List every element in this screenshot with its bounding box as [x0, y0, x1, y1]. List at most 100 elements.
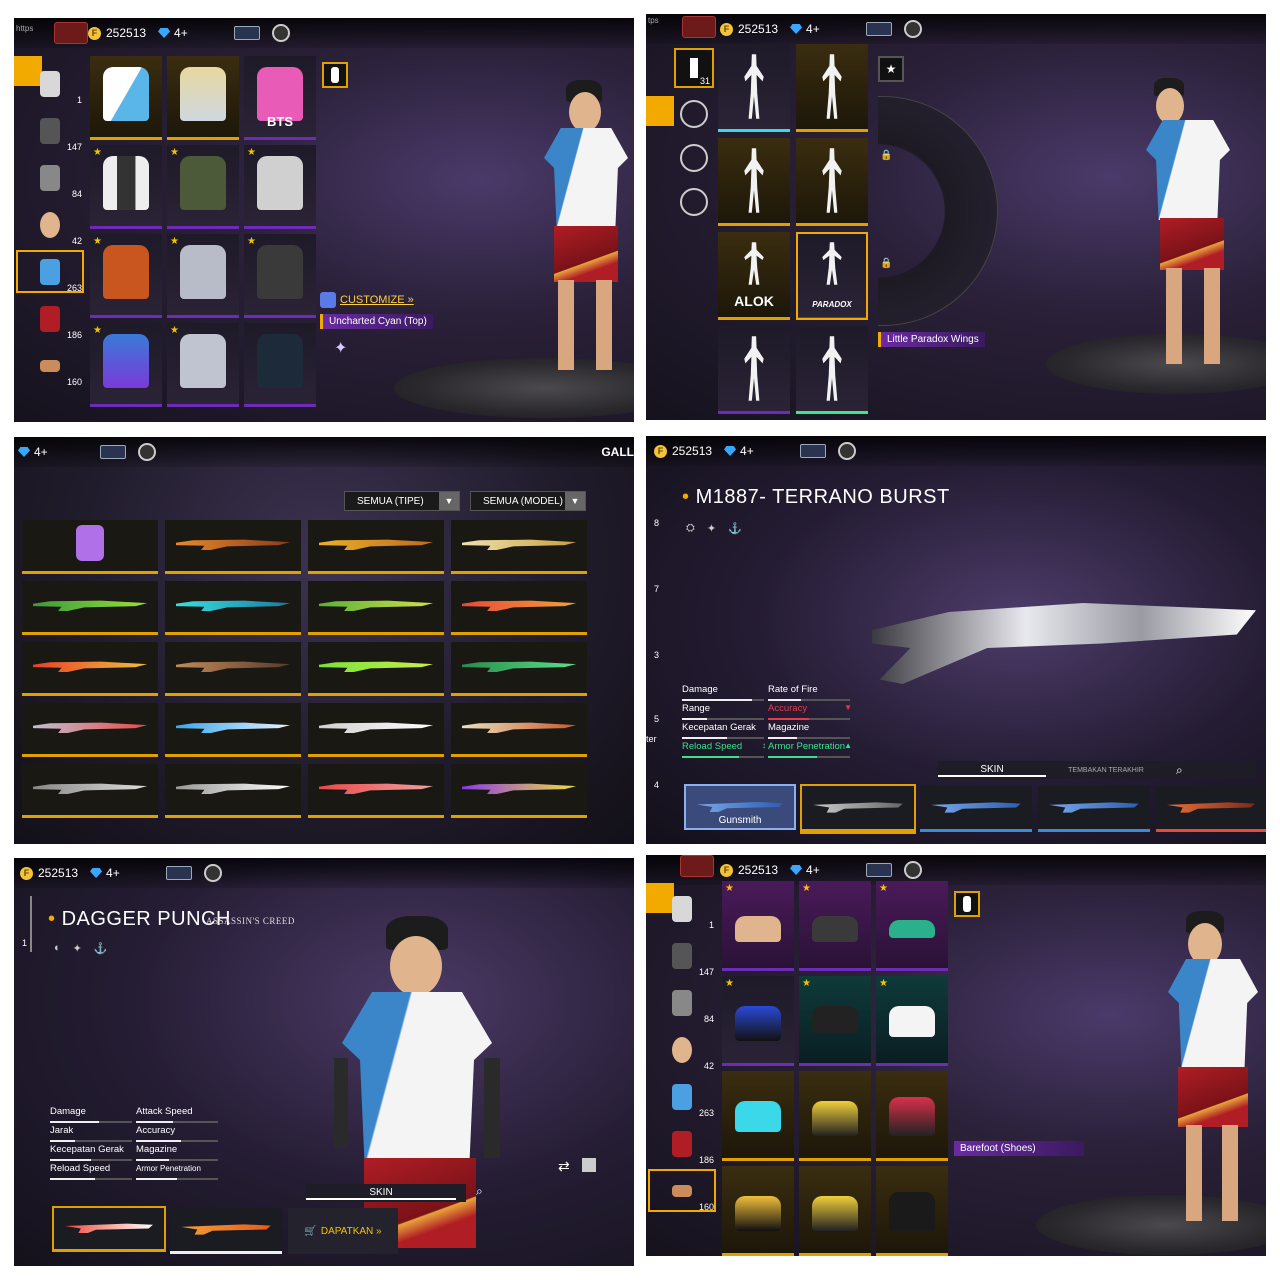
category-head[interactable]: 84 [646, 979, 718, 1026]
diamond-counter[interactable]: 4+ [790, 22, 820, 36]
item-cell[interactable]: ★ [244, 234, 316, 318]
emote-cell[interactable] [718, 326, 790, 414]
rank-badge-icon[interactable] [54, 22, 88, 44]
emote-cell[interactable] [796, 326, 868, 414]
melee-skin-slot[interactable] [170, 1208, 282, 1254]
item-cell[interactable]: ★ [876, 976, 948, 1066]
weapon-cell[interactable] [165, 520, 301, 574]
customize-link[interactable]: CUSTOMIZE » [320, 292, 414, 308]
item-cell[interactable]: ★ [244, 145, 316, 229]
diamond-counter[interactable]: 4+ [18, 445, 48, 459]
item-cell[interactable] [876, 1166, 948, 1256]
skin-slot-gunsmith[interactable]: Gunsmith [684, 784, 796, 830]
mail-icon[interactable] [865, 22, 892, 36]
emote-cell[interactable] [718, 44, 790, 132]
settings-icon[interactable] [837, 442, 856, 460]
diamond-counter[interactable]: 4+ [790, 863, 820, 877]
weapon-slot-marker[interactable]: 1 [14, 896, 32, 952]
category-shirt[interactable]: 263 [14, 248, 86, 295]
search-icon[interactable]: ⌕ [476, 1184, 483, 1199]
shuffle-icon[interactable]: ⇄ [558, 1158, 570, 1175]
weapon-cell[interactable] [22, 764, 158, 818]
item-cell[interactable]: ★ [722, 976, 794, 1066]
category-dance[interactable] [680, 100, 708, 128]
emote-wheel[interactable] [878, 96, 998, 326]
attribute-icon[interactable]: ⚓ [728, 522, 742, 535]
rank-badge-icon[interactable] [680, 855, 714, 877]
category-bottom[interactable]: 186 [646, 1120, 718, 1167]
weapon-cell[interactable] [308, 520, 444, 574]
settings-icon[interactable] [137, 443, 156, 461]
emote-cell[interactable] [718, 138, 790, 226]
attribute-icon[interactable]: ⚓ [94, 942, 108, 955]
category-tab-marker[interactable] [646, 96, 674, 126]
tab-skin[interactable]: SKIN [938, 764, 1046, 777]
get-button[interactable]: 🛒 DAPATKAN » [288, 1208, 398, 1254]
weapon-cell[interactable] [165, 764, 301, 818]
category-emote-selected[interactable]: 31 [674, 48, 714, 88]
settings-icon[interactable] [271, 24, 290, 42]
category-pose[interactable] [680, 144, 708, 172]
category-top[interactable]: 1 [646, 885, 718, 932]
category-face[interactable]: 42 [646, 1026, 718, 1073]
melee-skin-slot[interactable] [52, 1206, 166, 1252]
skin-slot[interactable] [920, 786, 1032, 832]
item-cell[interactable] [722, 1071, 794, 1161]
item-cell[interactable] [799, 1071, 871, 1161]
item-cell[interactable]: ★ [90, 145, 162, 229]
category-shirt[interactable]: 263 [646, 1073, 718, 1120]
weapon-cell[interactable] [451, 703, 587, 757]
weapon-cell[interactable] [22, 520, 158, 574]
mail-icon[interactable] [865, 863, 892, 877]
outfit-preview-button[interactable] [322, 62, 348, 88]
category-shoes[interactable]: 160 [14, 342, 86, 389]
weapon-cell[interactable] [451, 764, 587, 818]
settings-icon[interactable] [903, 861, 922, 879]
skin-slot[interactable] [1038, 786, 1150, 832]
attribute-icon[interactable]: ◐ [54, 942, 61, 955]
item-cell[interactable] [244, 323, 316, 407]
tab-recent-shots[interactable]: TEMBAKAN TERAKHIR [1046, 767, 1166, 774]
emote-cell-alok[interactable]: ALOK [718, 232, 790, 320]
weapon-cell[interactable] [22, 703, 158, 757]
item-cell[interactable]: BTS [244, 56, 316, 140]
rank-badge-icon[interactable] [682, 16, 716, 38]
favorite-button[interactable]: ★ [878, 56, 904, 82]
item-cell[interactable] [799, 1166, 871, 1256]
diamond-counter[interactable]: 4+ [158, 26, 188, 40]
weapon-cell[interactable] [308, 764, 444, 818]
list-icon[interactable] [582, 1158, 596, 1172]
category-special[interactable] [680, 188, 708, 216]
search-icon[interactable]: ⌕ [1176, 763, 1183, 778]
category-head[interactable]: 84 [14, 154, 86, 201]
attribute-icon[interactable]: ⛭ [686, 522, 695, 535]
mail-icon[interactable] [799, 444, 826, 458]
item-cell[interactable]: ★ [799, 976, 871, 1066]
item-cell[interactable]: ★ [167, 145, 239, 229]
item-cell[interactable]: ★ [90, 234, 162, 318]
emote-cell[interactable] [796, 44, 868, 132]
item-cell[interactable]: ★ [799, 881, 871, 971]
weapon-cell[interactable] [22, 642, 158, 696]
item-cell[interactable] [90, 56, 162, 140]
attribute-icon[interactable]: ✦ [707, 522, 716, 535]
item-cell[interactable]: ★ [167, 234, 239, 318]
mail-icon[interactable] [165, 866, 192, 880]
mail-icon[interactable] [233, 26, 260, 40]
diamond-counter[interactable]: 4+ [90, 866, 120, 880]
sparkle-icon[interactable]: ✦ [334, 338, 347, 358]
weapon-cell[interactable] [308, 703, 444, 757]
mail-icon[interactable] [99, 445, 126, 459]
item-cell[interactable]: ★ [876, 881, 948, 971]
weapon-cell[interactable] [308, 581, 444, 635]
weapon-cell[interactable] [451, 642, 587, 696]
category-face[interactable]: 42 [14, 201, 86, 248]
type-filter-dropdown[interactable]: SEMUA (TIPE) ▼ [344, 491, 460, 511]
weapon-cell[interactable] [451, 581, 587, 635]
category-mask[interactable]: 147 [14, 107, 86, 154]
skin-slot[interactable] [1156, 786, 1266, 832]
weapon-cell[interactable] [308, 642, 444, 696]
outfit-preview-button[interactable] [954, 891, 980, 917]
weapon-cell[interactable] [165, 642, 301, 696]
diamond-counter[interactable]: 4+ [724, 444, 754, 458]
